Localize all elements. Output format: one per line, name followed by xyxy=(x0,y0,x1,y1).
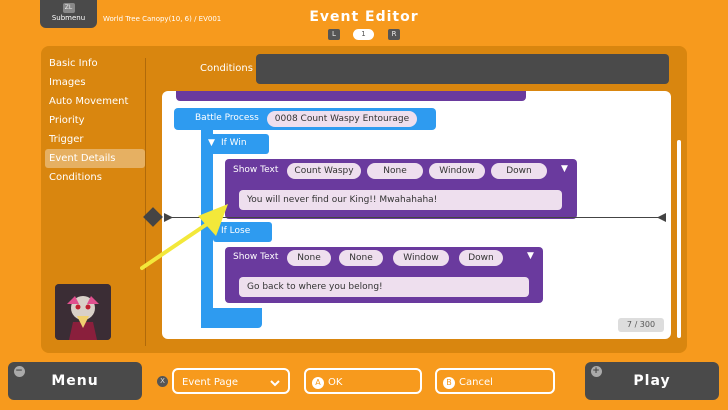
message-text-field[interactable]: Go back to where you belong! xyxy=(239,277,529,297)
show-text-label: Show Text xyxy=(233,165,279,175)
x-key-icon: X xyxy=(157,376,168,387)
play-label: Play xyxy=(633,373,671,389)
command-count: 7 xyxy=(626,320,633,329)
position-field[interactable]: Down xyxy=(459,250,503,266)
list-scrollbar[interactable] xyxy=(677,140,681,338)
show-text-win-block[interactable]: Show Text Count Waspy None Window Down ▼… xyxy=(225,159,577,219)
sidebar-item-trigger[interactable]: Trigger xyxy=(45,130,145,149)
cancel-button[interactable]: B Cancel xyxy=(435,368,555,394)
collapse-triangle-icon[interactable]: ▼ xyxy=(527,251,534,261)
position-field[interactable]: Down xyxy=(491,163,547,179)
sidebar-item-priority[interactable]: Priority xyxy=(45,111,145,130)
pointer-arrow-icon xyxy=(140,204,228,270)
menu-label: Menu xyxy=(51,373,99,389)
sidebar-item-images[interactable]: Images xyxy=(45,73,145,92)
face-field[interactable]: None xyxy=(367,163,423,179)
speaker-field[interactable]: None xyxy=(287,250,331,266)
page-title: Event Editor xyxy=(309,9,419,25)
conditions-label: Conditions xyxy=(200,63,253,74)
speaker-field[interactable]: Count Waspy xyxy=(287,163,361,179)
previous-command-block[interactable] xyxy=(176,91,526,101)
cancel-label: Cancel xyxy=(459,377,493,388)
chevron-down-icon xyxy=(270,380,280,387)
message-text-field[interactable]: You will never find our King!! Mwahahaha… xyxy=(239,190,562,210)
command-max: / 300 xyxy=(634,320,656,329)
branch-end-block xyxy=(201,308,262,328)
insert-line xyxy=(172,217,662,218)
event-page-select[interactable]: Event Page xyxy=(172,368,290,394)
command-counter: 7 / 300 xyxy=(618,318,664,332)
conditions-field[interactable] xyxy=(256,54,669,84)
plus-key-icon: + xyxy=(591,366,602,377)
ok-label: OK xyxy=(328,377,343,388)
collapse-triangle-icon[interactable]: ▼ xyxy=(561,164,568,174)
face-field[interactable]: None xyxy=(339,250,383,266)
window-field[interactable]: Window xyxy=(429,163,485,179)
a-key-icon: A xyxy=(312,377,324,389)
event-page-label: Event Page xyxy=(182,377,239,388)
sidebar-item-basic-info[interactable]: Basic Info xyxy=(45,54,145,73)
page-next-button[interactable]: R xyxy=(388,29,400,40)
battle-target-field[interactable]: 0008 Count Waspy Entourage xyxy=(267,111,417,127)
if-win-block[interactable]: ▼ If Win xyxy=(201,134,269,154)
sidebar-item-event-details[interactable]: Event Details xyxy=(45,149,145,168)
ok-button[interactable]: A OK xyxy=(304,368,422,394)
play-button[interactable]: + Play xyxy=(585,362,719,400)
battle-process-block[interactable]: Battle Process 0008 Count Waspy Entourag… xyxy=(174,108,436,130)
b-key-icon: B xyxy=(443,377,455,389)
event-avatar xyxy=(55,284,111,340)
menu-button[interactable]: − Menu xyxy=(8,362,142,400)
minus-key-icon: − xyxy=(14,366,25,377)
page-number: 1 xyxy=(353,29,374,40)
if-win-label: If Win xyxy=(221,138,247,148)
sidebar-item-conditions[interactable]: Conditions xyxy=(45,168,145,187)
page-prev-button[interactable]: L xyxy=(328,29,340,40)
sidebar: Basic Info Images Auto Movement Priority… xyxy=(45,54,145,187)
marker-right-arrow-icon xyxy=(657,213,666,222)
battle-process-label: Battle Process xyxy=(195,113,259,123)
show-text-lose-block[interactable]: Show Text None None Window Down ▼ Go bac… xyxy=(225,247,543,303)
collapse-triangle-icon[interactable]: ▼ xyxy=(208,138,215,148)
window-field[interactable]: Window xyxy=(393,250,449,266)
sidebar-item-auto-movement[interactable]: Auto Movement xyxy=(45,92,145,111)
